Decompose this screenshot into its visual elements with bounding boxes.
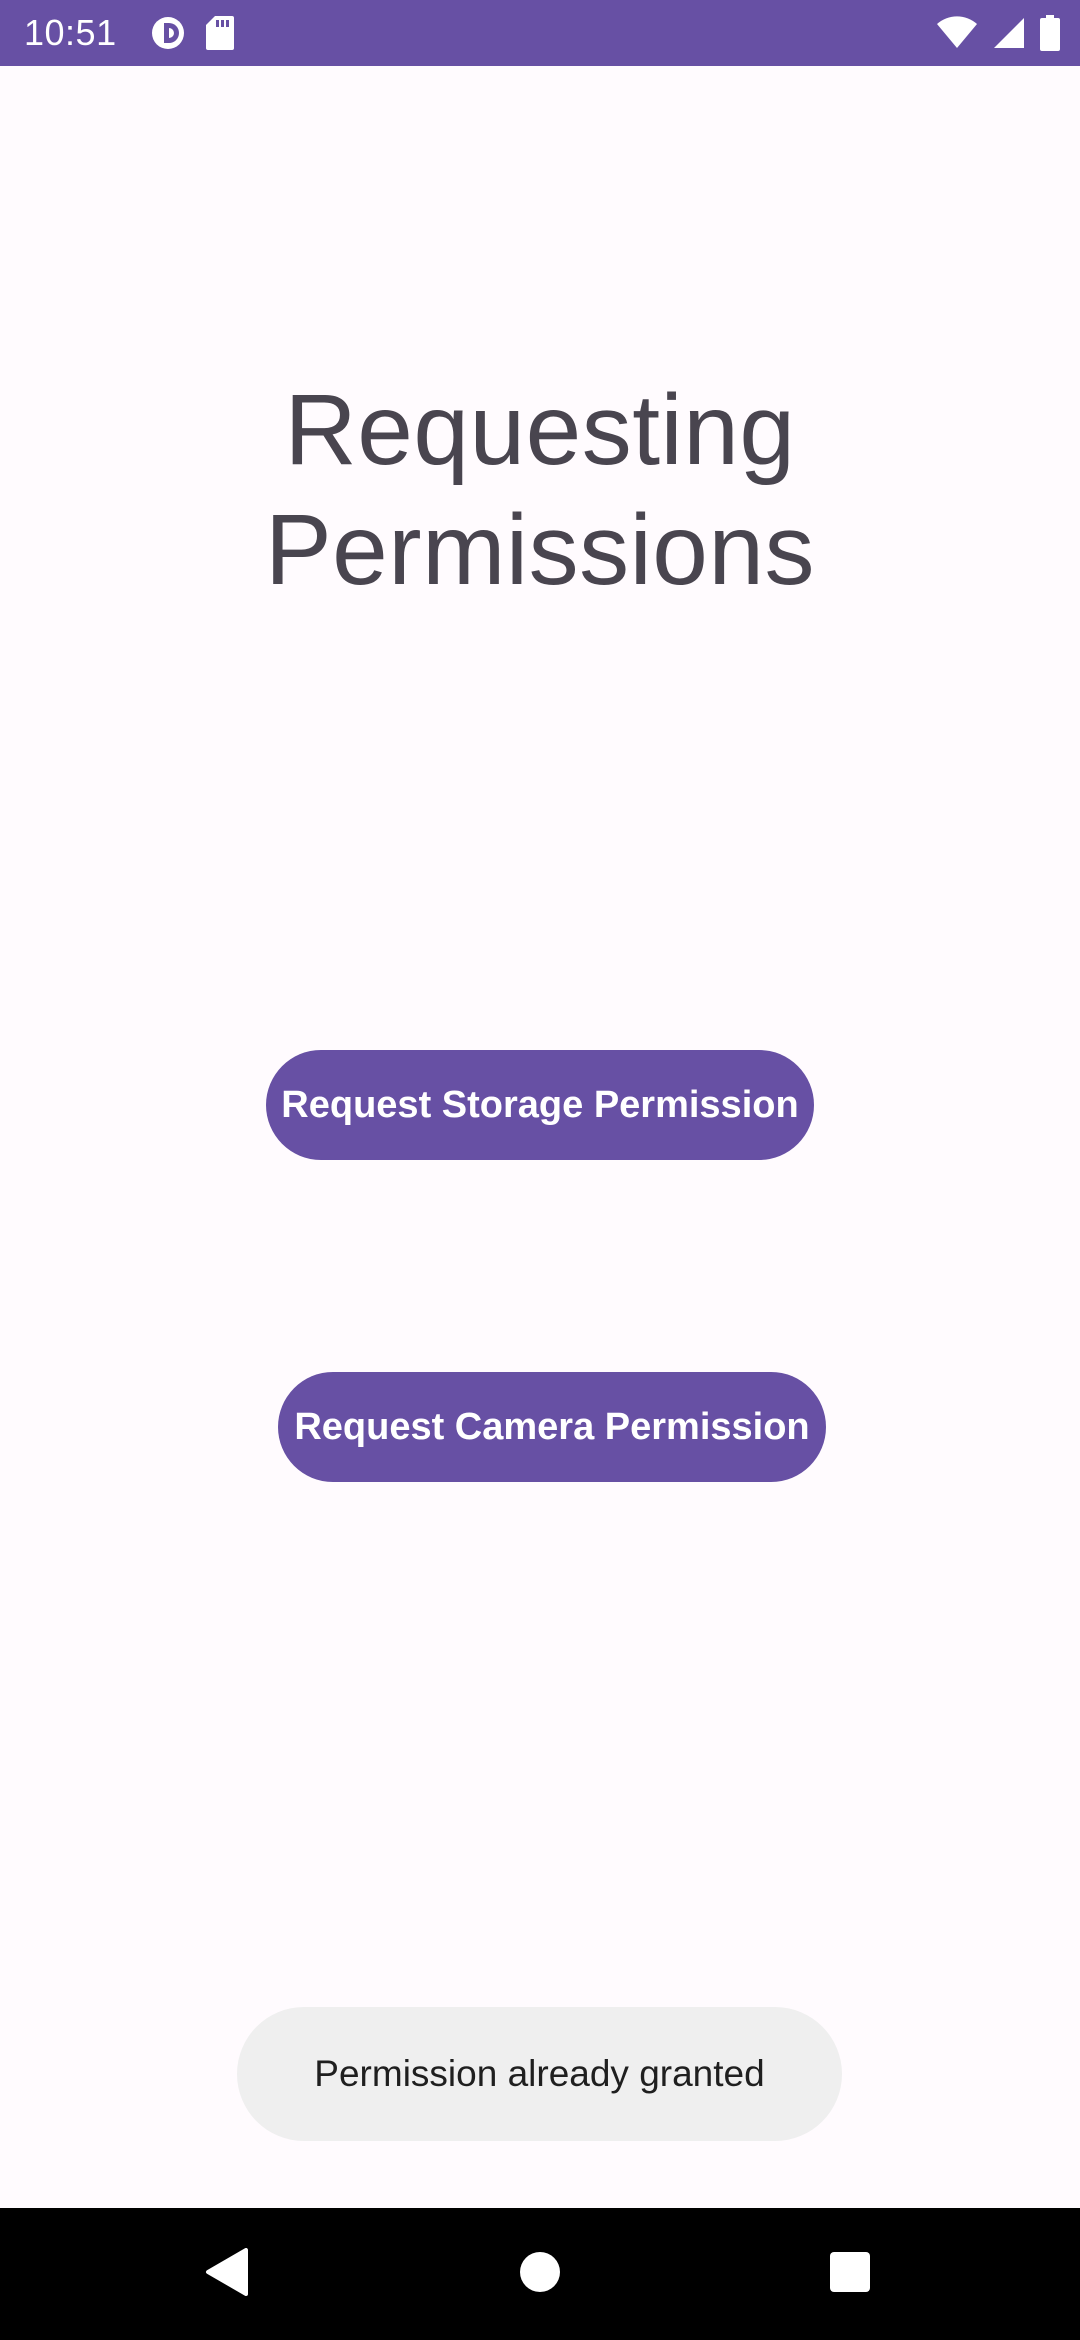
- status-time: 10:51: [24, 12, 117, 53]
- recents-icon: [828, 2250, 872, 2299]
- status-right-icons: [936, 15, 1060, 51]
- home-icon: [518, 2250, 562, 2299]
- page-title: Requesting Permissions: [264, 374, 816, 606]
- request-camera-permission-button[interactable]: Request Camera Permission: [278, 1372, 826, 1482]
- recents-button[interactable]: [790, 2208, 910, 2340]
- data-saver-icon: [150, 15, 186, 51]
- back-button[interactable]: [166, 2208, 286, 2340]
- battery-icon: [1040, 15, 1060, 51]
- status-left-icons: [150, 15, 234, 51]
- request-storage-permission-button[interactable]: Request Storage Permission: [266, 1050, 814, 1160]
- cellular-signal-icon: [992, 16, 1026, 50]
- status-bar: 10:51: [0, 0, 1080, 66]
- toast-message: Permission already granted: [237, 2007, 842, 2141]
- home-button[interactable]: [480, 2208, 600, 2340]
- wifi-icon: [936, 16, 978, 50]
- sd-card-icon: [206, 16, 234, 50]
- navigation-bar: [0, 2208, 1080, 2340]
- back-icon: [204, 2247, 248, 2301]
